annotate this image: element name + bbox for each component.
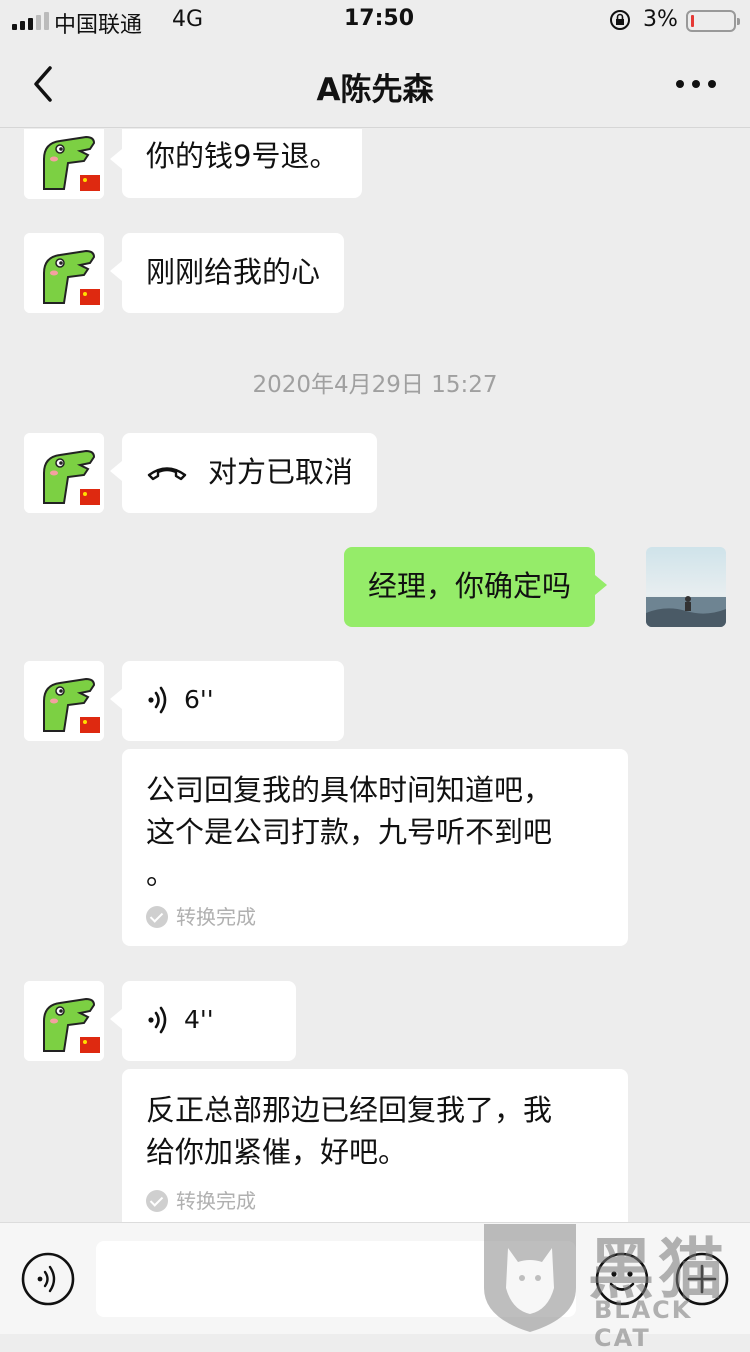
voice-duration: 4'' [184,1005,214,1034]
transcript-line: 这个是公司打款，九号听不到吧 [146,815,553,849]
voice-message-bubble[interactable]: 6'' [110,661,344,741]
transcript-line: 公司回复我的具体时间知道吧， [146,773,553,807]
message-bubble-outgoing[interactable]: 经理，你确定吗 [344,547,608,627]
voice-transcript[interactable]: 公司回复我的具体时间知道吧， 这个是公司打款，九号听不到吧 。 转换完成 [122,749,628,946]
more-options-button[interactable] [666,66,726,102]
message-bubble-incoming[interactable]: 你的钱9号退。 [109,129,363,198]
call-message-bubble[interactable]: 对方已取消 [109,433,378,513]
chat-title: A陈先森 [316,72,434,108]
voice-input-button[interactable] [20,1251,76,1307]
input-bar [0,1222,750,1334]
call-status-text: 对方已取消 [208,455,354,489]
status-bar: 中国联通 4G 17:50 3% [0,0,750,40]
voice-transcript[interactable]: 反正总部那边已经回复我了，我 给你加紧催，好吧。 转换完成 [122,1069,628,1222]
rotation-lock-icon [610,10,630,30]
contact-avatar[interactable] [24,981,104,1061]
message-text: 刚刚给我的心 [146,255,321,289]
battery-icon [686,10,740,32]
transcript-line: 。 [146,857,176,891]
voice-wave-icon [148,1006,167,1034]
message-text: 经理，你确定吗 [368,569,572,603]
timestamp-separator: 2020年4月29日 15:27 [252,372,498,398]
transcript-line: 给你加紧催，好吧。 [146,1135,408,1169]
carrier-label: 中国联通 [54,13,143,38]
contact-avatar[interactable] [24,129,104,199]
more-functions-button[interactable] [674,1251,730,1307]
battery-percent: 3% [643,7,678,32]
message-text: 你的钱9号退。 [146,139,339,173]
voice-message-bubble[interactable]: 4'' [110,981,296,1061]
check-icon [146,1190,168,1212]
signal-icon [12,12,49,30]
voice-wave-icon [148,686,167,714]
message-bubble-incoming[interactable]: 刚刚给我的心 [109,233,345,313]
transcript-line: 反正总部那边已经回复我了，我 [146,1093,553,1127]
network-type: 4G [172,7,204,32]
contact-avatar[interactable] [24,433,104,513]
chat-area[interactable]: 你的钱9号退。 刚刚给我的心 2020年4月29日 15:27 对方已取消 经理… [0,129,750,1222]
convert-status-text: 转换完成 [176,1189,256,1213]
nav-bar: A陈先森 [0,40,750,128]
status-time: 17:50 [344,6,415,31]
emoji-button[interactable] [594,1251,650,1307]
convert-status: 转换完成 [146,903,604,931]
convert-status: 转换完成 [146,1187,604,1215]
contact-avatar[interactable] [24,661,104,741]
convert-status-text: 转换完成 [176,905,256,929]
check-icon [146,906,168,928]
phone-hangup-icon [147,467,187,481]
my-avatar[interactable] [646,547,726,627]
contact-avatar[interactable] [24,233,104,313]
message-input[interactable] [96,1241,576,1317]
voice-duration: 6'' [184,685,214,714]
